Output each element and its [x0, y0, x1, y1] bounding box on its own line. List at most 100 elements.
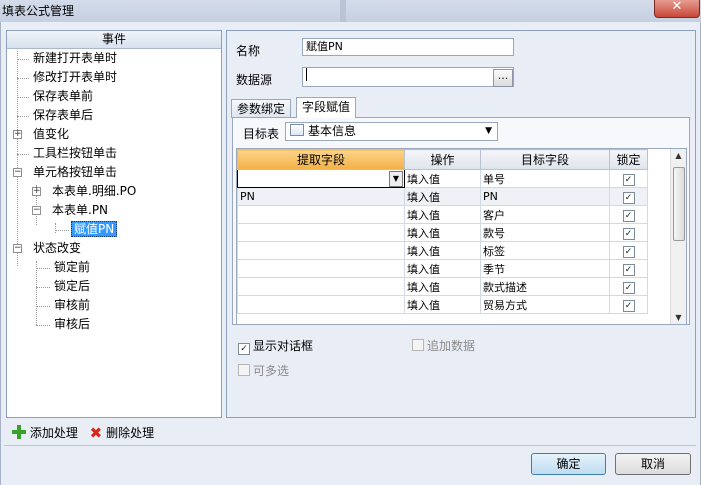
grid-vertical-scrollbar[interactable]: ▲ ▼ [670, 149, 686, 324]
column-header-operation[interactable]: 操作 [404, 149, 481, 170]
cancel-button[interactable]: 取消 [615, 453, 691, 475]
expand-icon[interactable]: + [32, 187, 41, 196]
target-field-cell[interactable]: 款号 [480, 223, 610, 242]
locked-checkbox[interactable]: ✓ [622, 209, 635, 222]
source-field-cell[interactable] [237, 205, 405, 224]
operation-cell[interactable]: 填入值 [404, 223, 481, 242]
multi-select-check[interactable] [238, 364, 250, 376]
add-handler-button[interactable]: 添加处理 [12, 425, 78, 441]
title-bar-divider [340, 0, 346, 22]
locked-checkbox[interactable]: ✓ [622, 245, 635, 258]
tree-item-assign-pn[interactable]: 赋值PN [55, 221, 118, 238]
tab-field-assignment[interactable]: 字段赋值 [296, 97, 357, 118]
locked-cell: ✓ [609, 277, 648, 296]
target-field-cell[interactable]: 标签 [480, 241, 610, 260]
name-input[interactable]: 赋值PN [302, 38, 514, 56]
target-field-cell[interactable]: 单号 [480, 169, 610, 188]
scroll-up-icon[interactable]: ▲ [671, 151, 686, 160]
collapse-icon[interactable]: − [13, 244, 22, 253]
show-dialog-checkbox[interactable]: ✓ 显示对话框 [238, 337, 313, 355]
source-field-cell[interactable] [237, 295, 405, 314]
show-dialog-check[interactable]: ✓ [238, 343, 250, 355]
tree-item-detail-po[interactable]: + 本表单.明细.PO [32, 183, 138, 200]
operation-cell[interactable]: 填入值 [404, 241, 481, 260]
close-button[interactable]: ✕ [654, 0, 700, 18]
tree-item-toolbar-click[interactable]: 工具栏按钮单击 [17, 145, 119, 162]
locked-checkbox[interactable]: ✓ [622, 227, 635, 240]
multi-select-checkbox[interactable]: 可多选 [238, 362, 289, 379]
locked-checkbox[interactable]: ✓ [622, 191, 635, 204]
tree-item-label: 审核后 [54, 317, 91, 331]
scrollbar-thumb[interactable] [673, 167, 685, 241]
operation-cell[interactable]: 填入值 [404, 169, 481, 188]
delete-handler-button[interactable]: ✖ 删除处理 [90, 425, 154, 441]
table-row[interactable]: 填入值 款式描述 ✓ [237, 277, 648, 296]
browse-datasource-button[interactable]: ... [493, 69, 513, 87]
window-title: 填表公式管理 [2, 4, 75, 18]
tree-item-form-pn[interactable]: − 本表单.PN [32, 202, 110, 219]
source-field-cell[interactable] [237, 259, 405, 278]
tree-item-after-lock[interactable]: 锁定后 [36, 278, 92, 295]
datasource-input[interactable] [302, 67, 514, 87]
ok-button[interactable]: 确定 [531, 453, 606, 475]
tree-item-before-audit[interactable]: 审核前 [36, 297, 92, 314]
source-field-cell[interactable] [237, 241, 405, 260]
collapse-icon[interactable]: − [32, 206, 41, 215]
tree-item-label: 工具栏按钮单击 [33, 146, 118, 160]
source-field-cell[interactable] [237, 277, 405, 296]
table-row[interactable]: 填入值 贸易方式 ✓ [237, 295, 648, 314]
operation-cell[interactable]: 填入值 [404, 205, 481, 224]
tree-item-cell-button-click[interactable]: − 单元格按钮单击 [13, 164, 119, 181]
locked-cell: ✓ [609, 241, 648, 260]
locked-checkbox[interactable]: ✓ [622, 173, 635, 186]
locked-cell: ✓ [609, 205, 648, 224]
column-header-target[interactable]: 目标字段 [480, 149, 610, 170]
operation-cell[interactable]: 填入值 [404, 187, 481, 206]
tree-item-before-save[interactable]: 保存表单前 [17, 88, 95, 105]
tree-item-label: 状态改变 [33, 241, 82, 255]
tree-item-after-save[interactable]: 保存表单后 [17, 107, 95, 124]
table-row[interactable]: 填入值 款号 ✓ [237, 223, 648, 242]
locked-checkbox[interactable]: ✓ [622, 281, 635, 294]
source-field-cell[interactable]: PN [237, 187, 405, 206]
target-field-cell[interactable]: 季节 [480, 259, 610, 278]
table-row[interactable]: 填入值 客户 ✓ [237, 205, 648, 224]
operation-cell[interactable]: 填入值 [404, 259, 481, 278]
source-field-dropdown[interactable]: ▼ [237, 169, 405, 188]
append-data-checkbox[interactable]: 追加数据 [412, 337, 475, 354]
chevron-down-icon[interactable]: ▼ [389, 171, 403, 187]
scroll-down-icon[interactable]: ▼ [671, 313, 686, 322]
name-label: 名称 [236, 44, 261, 58]
mapping-table: 提取字段 操作 目标字段 锁定 ▼ 填入值 单号 ✓ PN 填入值 PN ✓ 填… [237, 149, 648, 314]
operation-cell[interactable]: 填入值 [404, 295, 481, 314]
append-data-label: 追加数据 [427, 339, 476, 353]
datasource-label: 数据源 [236, 73, 273, 87]
table-row[interactable]: ▼ 填入值 单号 ✓ [237, 169, 648, 188]
expand-icon[interactable]: + [13, 130, 22, 139]
tab-parameter-binding[interactable]: 参数绑定 [231, 99, 292, 118]
tree-item-status-change[interactable]: − 状态改变 [13, 240, 83, 257]
tree-item-edit-open[interactable]: 修改打开表单时 [17, 69, 119, 86]
table-icon [290, 124, 304, 136]
source-field-cell[interactable] [237, 223, 405, 242]
target-field-cell[interactable]: 款式描述 [480, 277, 610, 296]
target-field-cell[interactable]: 贸易方式 [480, 295, 610, 314]
tree-item-new-open[interactable]: 新建打开表单时 [17, 50, 119, 67]
tree-item-value-change[interactable]: + 值变化 [13, 126, 71, 143]
target-table-label: 目标表 [243, 127, 280, 141]
column-header-source[interactable]: 提取字段 [237, 149, 405, 170]
table-row[interactable]: PN 填入值 PN ✓ [237, 187, 648, 206]
target-field-cell[interactable]: PN [480, 187, 610, 206]
column-header-locked[interactable]: 锁定 [609, 149, 648, 170]
collapse-icon[interactable]: − [13, 168, 22, 177]
tree-item-after-audit[interactable]: 审核后 [36, 316, 92, 333]
operation-cell[interactable]: 填入值 [404, 277, 481, 296]
table-row[interactable]: 填入值 标签 ✓ [237, 241, 648, 260]
locked-checkbox[interactable]: ✓ [622, 299, 635, 312]
tree-item-before-lock[interactable]: 锁定前 [36, 259, 92, 276]
table-row[interactable]: 填入值 季节 ✓ [237, 259, 648, 278]
target-table-select[interactable]: 基本信息 ▼ [285, 122, 498, 141]
append-data-check[interactable] [412, 339, 424, 351]
target-field-cell[interactable]: 客户 [480, 205, 610, 224]
locked-checkbox[interactable]: ✓ [622, 263, 635, 276]
